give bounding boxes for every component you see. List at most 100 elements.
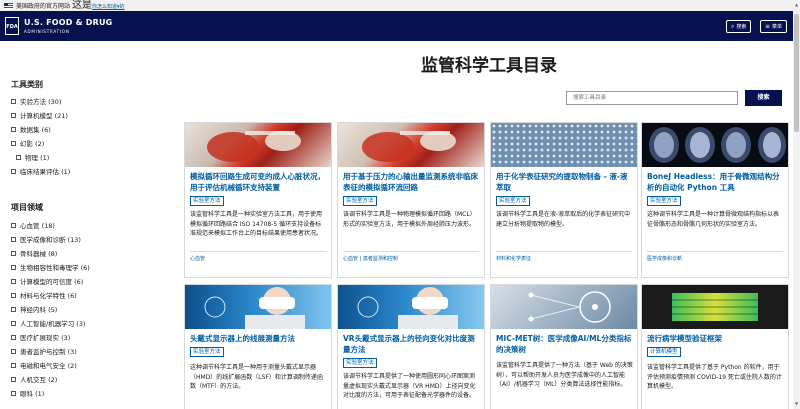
card-title[interactable]: 用于化学表征研究的提取物制备 - 液-液萃取: [496, 171, 633, 193]
tool-card[interactable]: 流行病学模型验证框架 计算机模型 该监管科学工具提供了基于 Python 的软件…: [641, 284, 789, 409]
card-title[interactable]: VR头戴式显示器上的径向变化对比度测量方法: [343, 333, 480, 355]
tool-card[interactable]: 用于基于压力的心输出量监测系统非临床表征的模拟循环流回路 实验室方法 该调节科学…: [337, 122, 485, 278]
site-header: FDA U.S. FOOD & DRUG ADMINISTRATION ⌕ 搜索 …: [0, 11, 793, 41]
card-area[interactable]: 心血管: [190, 255, 205, 262]
scroll-up-icon[interactable]: ▲: [793, 2, 800, 7]
card-description: 这种调节科学工具是一种用于测量头戴式显示器（HMD）的线扩展函数（LSF）和计算…: [190, 364, 323, 390]
catalog-search-button[interactable]: 搜索: [745, 90, 782, 106]
filter-label: 计算模型的可信度: [20, 278, 72, 286]
header-search-button[interactable]: ⌕ 搜索: [726, 20, 752, 33]
filter-tool-type[interactable]: 幻影 (2): [11, 138, 44, 148]
filter-area[interactable]: 心血管 (18): [11, 220, 55, 230]
filter-count: (8): [48, 250, 58, 258]
brand-main[interactable]: U.S. FOOD & DRUG: [24, 18, 112, 27]
checkbox[interactable]: [11, 279, 16, 284]
filter-area[interactable]: 人工智能/机器学习 (3): [11, 318, 86, 328]
filter-count: (1): [35, 390, 45, 398]
header-menu-button[interactable]: ≡ 菜单: [760, 20, 788, 33]
card-title[interactable]: MIC-MET树：医学成像AI/ML分类指标的决策树: [496, 333, 633, 355]
card-thumbnail: [338, 285, 484, 329]
filter-tool-type[interactable]: 数据集 (6): [11, 124, 51, 134]
filter-tool-type[interactable]: 物理 (1): [16, 152, 49, 162]
checkbox[interactable]: [11, 391, 16, 396]
card-title[interactable]: 模拟循环回路生成可变的成人心脏状况，用于评估机械循环支持装置: [190, 171, 327, 193]
card-description: 该监管科学工具提供了基于 Python 的软件，用于评估预测疫情预测 COVID…: [647, 364, 782, 390]
filter-count: (3): [67, 348, 77, 356]
catalog-search-input[interactable]: [566, 91, 738, 105]
scroll-down-icon[interactable]: ▼: [793, 401, 800, 406]
tool-card[interactable]: 用于化学表征研究的提取物制备 - 液-液萃取 实验室方法 该调节科学工具是在液-…: [490, 122, 638, 278]
filter-count: (1): [40, 154, 50, 162]
filter-area[interactable]: 材料与化学特性 (6): [11, 290, 77, 300]
filter-area[interactable]: 患者监护与控制 (3): [11, 346, 77, 356]
data-visualization-icon: [672, 293, 758, 321]
tool-card[interactable]: 头戴式显示器上的线展测量方法 实验室方法 这种调节科学工具是一种用于测量头戴式显…: [184, 284, 332, 409]
checkbox[interactable]: [11, 127, 16, 132]
checkbox[interactable]: [11, 349, 16, 354]
filter-label: 生物相容性和毒理学: [20, 264, 79, 272]
filter-count: (2): [48, 376, 58, 384]
heart-illustration-icon: [207, 131, 301, 162]
fda-logo[interactable]: FDA: [5, 17, 19, 35]
tool-card[interactable]: MIC-MET树：医学成像AI/ML分类指标的决策树 该监管科学工具提供了一种方…: [490, 284, 638, 409]
page-title: 监管科学工具目录: [421, 56, 557, 76]
card-description: 该调节科学工具提供了一种使用圆形同心环图案测量虚拟现实头戴式显示器（VR HMD…: [343, 373, 476, 399]
filter-tool-type[interactable]: 临床结果评估 (1): [11, 166, 70, 176]
search-icon: ⌕: [731, 23, 735, 30]
checkbox[interactable]: [11, 293, 16, 298]
gov-banner-link[interactable]: 你怎么知道▾的: [92, 4, 125, 10]
checkbox[interactable]: [11, 363, 16, 368]
checkbox[interactable]: [11, 141, 16, 146]
checkbox[interactable]: [11, 223, 16, 228]
filter-label: 人工智能/机器学习: [20, 320, 75, 328]
card-area[interactable]: 心血管 | 患者监测和控制: [343, 255, 398, 262]
card-description: 该调节科学工具是在液-液萃取后的化学表征研究中建立分析物提取物的模型。: [496, 211, 631, 228]
filter-count: (5): [48, 306, 58, 314]
filter-area[interactable]: 电磁和电气安全 (2): [11, 360, 77, 370]
card-description: 该调节科学工具是一种物理模拟循环回路（MCL）形式的实验室方法，用于模拟外周经肺…: [343, 211, 476, 228]
checkbox[interactable]: [11, 335, 16, 340]
card-title[interactable]: BoneJ Headless：用于骨微观结构分析的自动化 Python 工具: [647, 171, 784, 193]
filter-area[interactable]: 计算模型的可信度 (6): [11, 276, 83, 286]
card-tag: 实验室方法: [496, 196, 530, 206]
checkbox[interactable]: [16, 155, 21, 160]
filter-area[interactable]: 医学成像和诊断 (13): [11, 234, 81, 244]
card-title[interactable]: 流行病学模型验证框架: [647, 333, 784, 344]
filter-area[interactable]: 人机交互 (2): [11, 374, 57, 384]
filter-tool-type[interactable]: 实验方法 (30): [11, 96, 61, 106]
checkbox[interactable]: [11, 251, 16, 256]
filter-area[interactable]: 生物相容性和毒理学 (6): [11, 262, 90, 272]
card-thumbnail: [491, 285, 637, 329]
filter-count: (13): [67, 236, 81, 244]
checkbox[interactable]: [11, 321, 16, 326]
card-divider: [496, 251, 632, 252]
tool-card[interactable]: 模拟循环回路生成可变的成人心脏状况，用于评估机械循环支持装置 实验室方法 该监管…: [184, 122, 332, 278]
card-tag: 实验室方法: [343, 196, 377, 206]
filter-area[interactable]: 神经内科 (5): [11, 304, 57, 314]
filter-area[interactable]: 医疗扩展现实 (3): [11, 332, 70, 342]
filter-area[interactable]: 眼科 (1): [11, 388, 44, 398]
scroll-thumb[interactable]: [794, 14, 799, 132]
header-menu-label: 菜单: [772, 24, 783, 30]
filter-label: 实验方法: [20, 98, 46, 106]
card-area[interactable]: 医学成像和诊断: [647, 255, 682, 262]
card-title[interactable]: 用于基于压力的心输出量监测系统非临床表征的模拟循环流回路: [343, 171, 480, 193]
card-title[interactable]: 头戴式显示器上的线展测量方法: [190, 333, 327, 344]
checkbox[interactable]: [11, 113, 16, 118]
filter-area[interactable]: 骨科器械 (8): [11, 248, 57, 258]
checkbox[interactable]: [11, 265, 16, 270]
checkbox[interactable]: [11, 169, 16, 174]
tool-card[interactable]: VR头戴式显示器上的径向变化对比度测量方法 实验室方法 该调节科学工具提供了一种…: [337, 284, 485, 409]
checkbox[interactable]: [11, 237, 16, 242]
card-thumbnail: [642, 285, 788, 329]
filter-label: 骨科器械: [20, 250, 46, 258]
filter-count: (21): [54, 112, 68, 120]
checkbox[interactable]: [11, 99, 16, 104]
tool-types-title: 工具类别: [11, 80, 43, 89]
checkbox[interactable]: [11, 307, 16, 312]
checkbox[interactable]: [11, 377, 16, 382]
page-scrollbar[interactable]: ▲ ▼: [793, 0, 800, 409]
card-area[interactable]: 材料和化学表征: [496, 255, 531, 262]
filter-tool-type[interactable]: 计算机模型 (21): [11, 110, 68, 120]
tool-card[interactable]: BoneJ Headless：用于骨微观结构分析的自动化 Python 工具 实…: [641, 122, 789, 278]
